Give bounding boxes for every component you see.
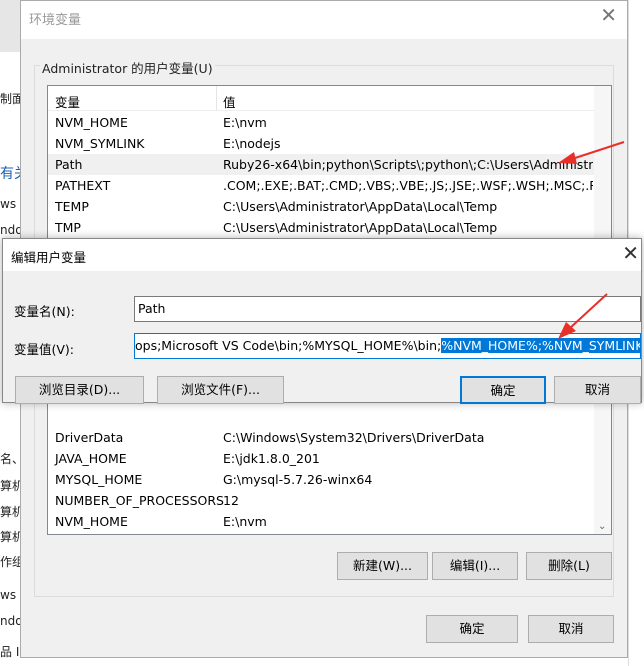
annotation-arrows [558, 141, 625, 339]
red-arrow-icon [558, 141, 625, 164]
red-arrow-icon [558, 293, 608, 339]
